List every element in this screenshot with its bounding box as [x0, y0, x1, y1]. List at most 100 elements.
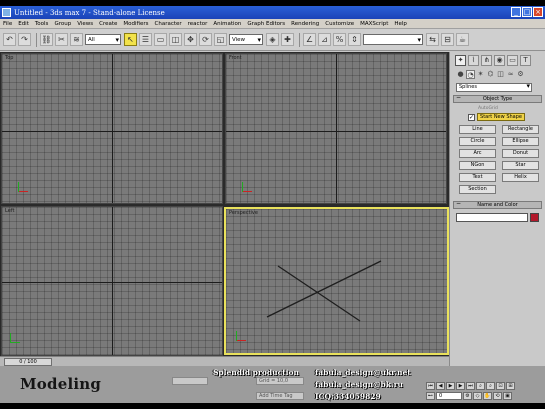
select-by-name-icon[interactable]: ☰	[139, 33, 152, 46]
helpers-icon[interactable]: ◫	[496, 70, 505, 79]
maximize-button[interactable]: □	[522, 7, 532, 17]
space-warps-icon[interactable]: ≈	[506, 70, 515, 79]
viewport-front[interactable]: Front	[225, 53, 447, 204]
add-time-tag-field[interactable]: Add Time Tag	[256, 392, 304, 400]
named-selection-dropdown[interactable]	[363, 34, 423, 45]
hierarchy-tab-icon[interactable]: ⋔	[481, 55, 492, 66]
current-frame-input[interactable]: 0	[436, 392, 462, 400]
object-color-swatch[interactable]	[530, 213, 539, 222]
helix-button[interactable]: Helix	[502, 173, 539, 182]
object-name-input[interactable]	[456, 213, 528, 222]
menu-tools[interactable]: Tools	[35, 21, 49, 27]
select-manipulate-icon[interactable]: ✚	[281, 33, 294, 46]
window-crossing-icon[interactable]: ◫	[169, 33, 182, 46]
viewport-top[interactable]: Top	[1, 53, 223, 204]
field-of-view-icon[interactable]: ◇	[473, 392, 482, 400]
select-object-icon[interactable]: ↖	[124, 33, 137, 46]
play-icon[interactable]: ▶	[446, 382, 455, 390]
menu-animation[interactable]: Animation	[213, 21, 241, 27]
angle-snap-icon[interactable]: ⊿	[318, 33, 331, 46]
zoom-all-icon[interactable]: ⌕	[486, 382, 495, 390]
menu-customize[interactable]: Customize	[325, 21, 354, 27]
select-and-scale-icon[interactable]: ◱	[214, 33, 227, 46]
motion-tab-icon[interactable]: ◉	[494, 55, 505, 66]
menu-graph-editors[interactable]: Graph Editors	[247, 21, 285, 27]
select-and-link-icon[interactable]: ⛓	[40, 33, 53, 46]
menu-reactor[interactable]: reactor	[188, 21, 208, 27]
menu-rendering[interactable]: Rendering	[291, 21, 319, 27]
modify-tab-icon[interactable]: ⌇	[468, 55, 479, 66]
rollout-object-type[interactable]: Object Type	[453, 95, 542, 103]
viewport-label[interactable]: Top	[5, 55, 13, 61]
lights-icon[interactable]: ✶	[476, 70, 485, 79]
spinner-snap-icon[interactable]: ⇕	[348, 33, 361, 46]
viewport-perspective[interactable]: Perspective	[224, 207, 449, 355]
viewport-label[interactable]: Left	[5, 208, 14, 214]
zoom-icon[interactable]: ⌕	[476, 382, 485, 390]
close-button[interactable]: ×	[533, 7, 543, 17]
coord-field[interactable]	[172, 377, 208, 385]
menu-character[interactable]: Character	[155, 21, 182, 27]
menu-file[interactable]: File	[3, 21, 12, 27]
menu-create[interactable]: Create	[99, 21, 117, 27]
menu-help[interactable]: Help	[394, 21, 407, 27]
zoom-extents-all-icon[interactable]: ⊞	[506, 382, 515, 390]
menu-edit[interactable]: Edit	[18, 21, 29, 27]
select-and-rotate-icon[interactable]: ⟳	[199, 33, 212, 46]
selection-filter-dropdown[interactable]: All	[85, 34, 121, 45]
menu-group[interactable]: Group	[54, 21, 71, 27]
geometry-icon[interactable]: ●	[456, 70, 465, 79]
go-to-end-icon[interactable]: ⏭	[466, 382, 475, 390]
section-button[interactable]: Section	[459, 185, 496, 194]
menu-views[interactable]: Views	[77, 21, 93, 27]
arc-button[interactable]: Arc	[459, 149, 496, 158]
ngon-button[interactable]: NGon	[459, 161, 496, 170]
circle-button[interactable]: Circle	[459, 137, 496, 146]
previous-frame-icon[interactable]: ◀	[436, 382, 445, 390]
autogrid-checkbox[interactable]: AutoGrid	[478, 106, 545, 111]
rectangle-button[interactable]: Rectangle	[502, 125, 539, 134]
start-new-shape-button[interactable]: Start New Shape	[477, 113, 525, 121]
render-icon[interactable]: ☕	[456, 33, 469, 46]
redo-icon[interactable]: ↷	[18, 33, 31, 46]
utilities-tab-icon[interactable]: T	[520, 55, 531, 66]
next-frame-icon[interactable]: ▶	[456, 382, 465, 390]
menu-modifiers[interactable]: Modifiers	[123, 21, 148, 27]
viewport-left[interactable]: Left	[1, 206, 223, 356]
mirror-icon[interactable]: ⇆	[426, 33, 439, 46]
rollout-name-and-color[interactable]: Name and Color	[453, 201, 542, 209]
undo-icon[interactable]: ↶	[3, 33, 16, 46]
pivot-point-icon[interactable]: ◈	[266, 33, 279, 46]
arc-rotate-icon[interactable]: ⟲	[493, 392, 502, 400]
unlink-icon[interactable]: ✂	[55, 33, 68, 46]
systems-icon[interactable]: ⚙	[516, 70, 525, 79]
display-tab-icon[interactable]: ▭	[507, 55, 518, 66]
maximize-viewport-icon[interactable]: ▣	[503, 392, 512, 400]
rect-selection-icon[interactable]: ▭	[154, 33, 167, 46]
percent-snap-icon[interactable]: %	[333, 33, 346, 46]
align-icon[interactable]: ⊟	[441, 33, 454, 46]
start-new-shape-checkbox[interactable]: ✓	[468, 113, 475, 121]
category-dropdown[interactable]: Splines	[456, 83, 532, 92]
ellipse-button[interactable]: Ellipse	[502, 137, 539, 146]
key-mode-icon[interactable]: ⊷	[426, 392, 435, 400]
ref-coord-dropdown[interactable]: View	[229, 34, 263, 45]
zoom-extents-icon[interactable]: ⊡	[496, 382, 505, 390]
star-button[interactable]: Star	[502, 161, 539, 170]
text-button[interactable]: Text	[459, 173, 496, 182]
cameras-icon[interactable]: ⌬	[486, 70, 495, 79]
viewport-label[interactable]: Front	[229, 55, 242, 61]
minimize-button[interactable]: _	[511, 7, 521, 17]
time-slider[interactable]: 0 / 100	[4, 358, 52, 366]
pan-icon[interactable]: ✋	[483, 392, 492, 400]
select-and-move-icon[interactable]: ✥	[184, 33, 197, 46]
create-tab-icon[interactable]: ✦	[455, 55, 466, 66]
time-config-icon[interactable]: ⚙	[463, 392, 472, 400]
menu-maxscript[interactable]: MAXScript	[360, 21, 388, 27]
line-button[interactable]: Line	[459, 125, 496, 134]
bind-space-warp-icon[interactable]: ≋	[70, 33, 83, 46]
donut-button[interactable]: Donut	[502, 149, 539, 158]
shapes-icon[interactable]: ◔	[466, 70, 475, 79]
snaps-toggle-icon[interactable]: ∠	[303, 33, 316, 46]
go-to-start-icon[interactable]: ⏮	[426, 382, 435, 390]
